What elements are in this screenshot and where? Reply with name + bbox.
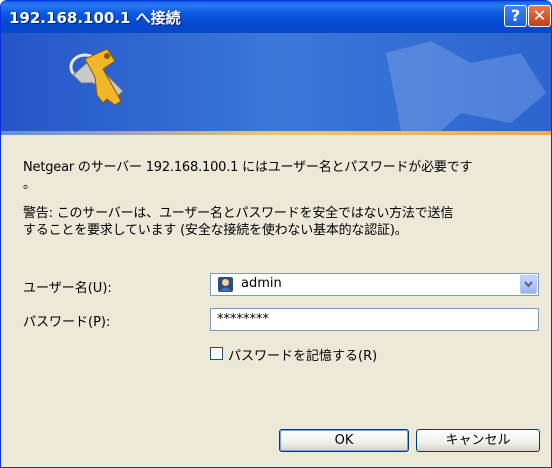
username-value: admin — [241, 276, 282, 291]
ok-button[interactable]: OK — [279, 429, 409, 452]
server-message-line: Netgear のサーバー 192.168.100.1 にはユーザー名とパスワー… — [23, 160, 473, 175]
chevron-down-icon — [524, 281, 533, 288]
password-label: パスワード(P): — [23, 315, 111, 330]
username-label: ユーザー名(U): — [23, 281, 112, 296]
warning-line-1: 警告: このサーバーは、ユーザー名とパスワードを安全ではない方法で送信 — [23, 206, 454, 221]
dialog-content: Netgear のサーバー 192.168.100.1 にはユーザー名とパスワー… — [1, 135, 551, 467]
login-dialog: 192.168.100.1 へ接続 ? ✕ Netgear のサーバー 192.… — [0, 0, 552, 468]
warning-line-2: することを要求しています (安全な接続を使わない基本的な認証)。 — [23, 223, 408, 238]
dialog-banner — [1, 33, 551, 131]
remember-password-label[interactable]: パスワードを記憶する(R) — [228, 345, 377, 364]
keys-icon — [69, 41, 546, 131]
remember-password-checkbox[interactable] — [210, 347, 223, 360]
username-combobox[interactable]: admin — [210, 273, 539, 296]
close-button[interactable]: ✕ — [528, 5, 551, 27]
user-icon — [218, 277, 233, 292]
server-message: Netgear のサーバー 192.168.100.1 にはユーザー名とパスワー… — [23, 159, 543, 193]
warning-message: 警告: このサーバーは、ユーザー名とパスワードを安全ではない方法で送信 すること… — [23, 205, 543, 239]
password-field[interactable]: ******** — [210, 308, 539, 331]
cancel-button[interactable]: キャンセル — [416, 429, 540, 452]
username-dropdown-button[interactable] — [520, 275, 537, 294]
title-bar[interactable]: 192.168.100.1 へ接続 ? ✕ — [1, 1, 551, 33]
server-message-tail: 。 — [23, 177, 36, 192]
help-button[interactable]: ? — [504, 5, 527, 27]
window-title: 192.168.100.1 へ接続 — [9, 9, 181, 27]
